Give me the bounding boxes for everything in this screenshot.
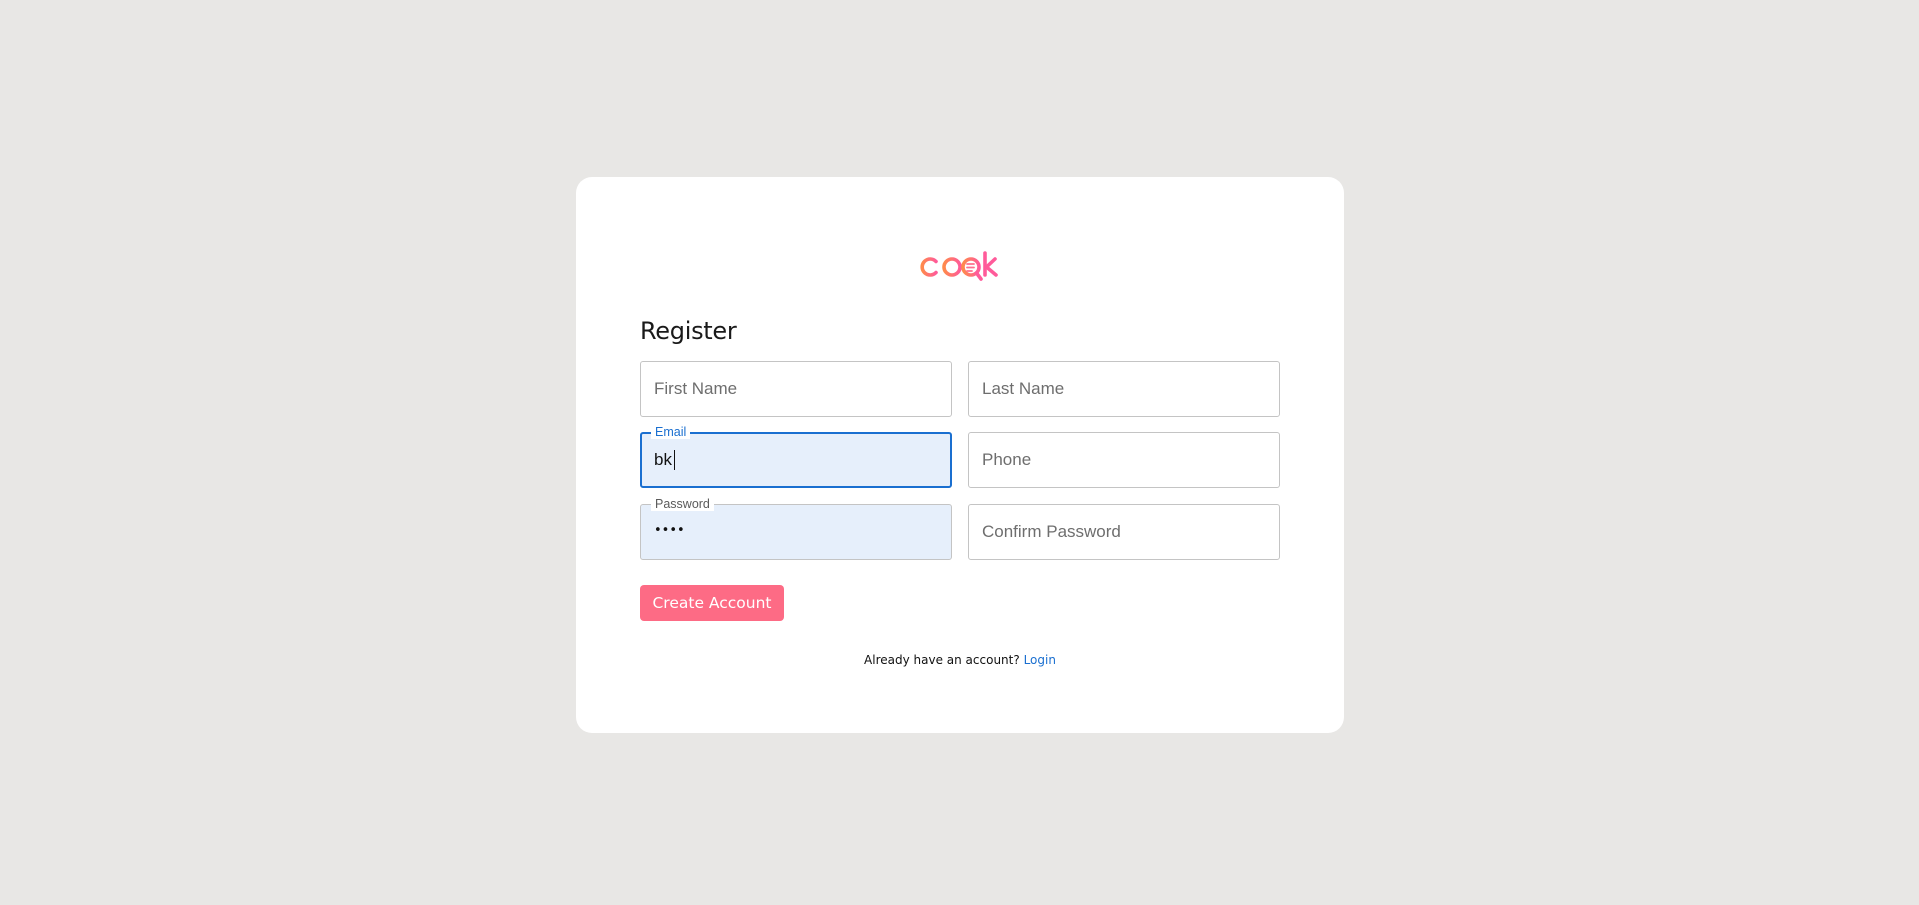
login-link[interactable]: Login [1024,653,1056,667]
password-masked-value[interactable]: •••• [654,523,685,538]
confirm-password-input[interactable] [969,505,1279,559]
confirm-password-field[interactable] [968,504,1280,560]
password-field[interactable]: Password •••• [640,497,952,560]
email-field[interactable]: Email [640,425,952,488]
first-name-field[interactable] [640,361,952,417]
last-name-input[interactable] [969,362,1279,416]
text-caret [674,450,675,470]
create-account-button[interactable]: Create Account [640,585,784,621]
phone-input[interactable] [969,433,1279,487]
last-name-field[interactable] [968,361,1280,417]
first-name-input[interactable] [641,362,951,416]
login-prompt: Already have an account? Login [576,653,1344,667]
page-title: Register [640,317,737,345]
password-label: Password [651,497,714,511]
cook-logo [916,245,1012,285]
register-card: Register Email Password •••• Create Acco… [576,177,1344,733]
login-prompt-text: Already have an account? [864,653,1020,667]
phone-field[interactable] [968,432,1280,488]
email-input[interactable] [642,434,950,486]
